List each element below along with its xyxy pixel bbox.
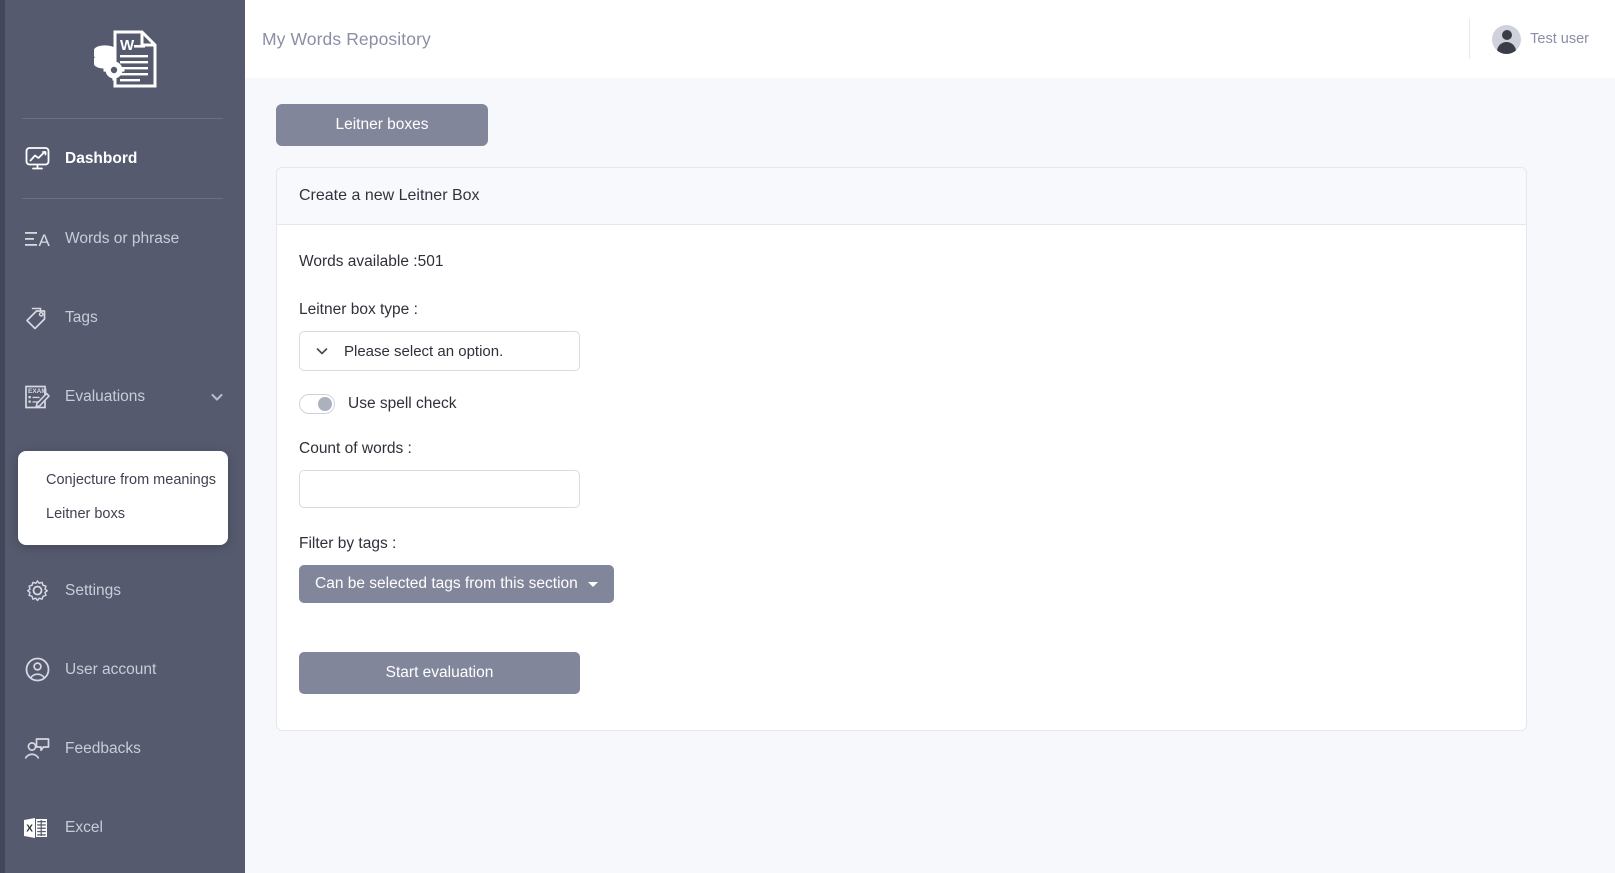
svg-text:EXAM: EXAM xyxy=(28,388,47,395)
sidebar-item-dashbord[interactable]: Dashbord xyxy=(0,119,245,198)
monitor-chart-icon xyxy=(22,144,52,174)
chevron-down-icon[interactable] xyxy=(209,389,225,405)
use-spell-check-toggle[interactable] xyxy=(299,394,335,414)
leitner-box-type-label: Leitner box type : xyxy=(299,301,418,318)
app-logo: W xyxy=(0,0,245,118)
sidebar-item-label: Settings xyxy=(65,581,122,599)
sidebar-item-label: Feedbacks xyxy=(65,739,141,757)
sidebar-item-label: User account xyxy=(65,660,157,678)
user-circle-icon xyxy=(22,655,52,685)
svg-text:X: X xyxy=(26,823,33,834)
chevron-down-icon xyxy=(314,343,330,359)
content-area: Leitner boxes Create a new Leitner Box W… xyxy=(245,78,1615,873)
tags-filter-dropdown[interactable]: Can be selected tags from this section xyxy=(299,565,614,603)
sidebar-item-label: Dashbord xyxy=(65,149,138,167)
exam-paper-pencil-icon: EXAM xyxy=(22,382,52,412)
word-document-database-gear-icon: W xyxy=(87,28,163,90)
leitner-box-type-select[interactable]: Please select an option. xyxy=(299,331,580,371)
excel-file-icon: X xyxy=(22,813,52,843)
main-area: My Words Repository Test user Leitner bo… xyxy=(245,0,1615,873)
sidebar-item-feedbacks[interactable]: Feedbacks xyxy=(0,709,245,788)
top-header: My Words Repository Test user xyxy=(245,0,1615,78)
card-body: Words available :501 Leitner box type : … xyxy=(277,225,1526,730)
sidebar-item-label: Excel xyxy=(65,818,103,836)
sidebar: W Dashbord A Words or phrase Tags EXAM E… xyxy=(0,0,245,873)
count-of-words-input[interactable] xyxy=(299,470,580,508)
count-of-words-label: Count of words : xyxy=(299,440,412,457)
sidebar-item-label: Tags xyxy=(65,308,98,326)
user-speech-bubble-icon xyxy=(22,734,52,764)
sidebar-item-label: Evaluations xyxy=(65,387,146,405)
leitner-box-type-value: Please select an option. xyxy=(344,342,504,360)
gear-icon xyxy=(22,576,52,606)
sidebar-item-evaluations[interactable]: EXAM Evaluations xyxy=(0,357,245,436)
sidebar-item-tags[interactable]: Tags xyxy=(0,278,245,357)
sidebar-item-user-account[interactable]: User account xyxy=(0,630,245,709)
caret-down-icon xyxy=(587,581,598,587)
words-available-label: Words available :501 xyxy=(299,253,444,270)
evaluations-submenu: Conjecture from meanings Leitner boxs xyxy=(18,451,228,545)
app-root: W Dashbord A Words or phrase Tags EXAM E… xyxy=(0,0,1615,873)
use-spell-check-label: Use spell check xyxy=(348,395,457,412)
submenu-item-leitner-boxs[interactable]: Leitner boxs xyxy=(18,497,228,531)
user-avatar-icon xyxy=(1492,24,1522,54)
submenu-item-conjecture-from-meanings[interactable]: Conjecture from meanings xyxy=(18,463,228,497)
text-lines-letter-a-icon: A xyxy=(22,224,52,254)
card-title: Create a new Leitner Box xyxy=(277,168,1526,225)
sidebar-item-label: Words or phrase xyxy=(65,229,180,247)
tags-dropdown-label: Can be selected tags from this section xyxy=(315,575,578,592)
svg-text:A: A xyxy=(38,231,50,250)
user-menu[interactable]: Test user xyxy=(1469,19,1589,59)
toggle-knob xyxy=(318,397,332,411)
page-title: My Words Repository xyxy=(262,28,431,49)
use-spell-check-row: Use spell check xyxy=(299,394,1504,414)
sidebar-item-settings[interactable]: Settings xyxy=(0,551,245,630)
start-evaluation-button[interactable]: Start evaluation xyxy=(299,652,580,694)
create-leitner-box-card: Create a new Leitner Box Words available… xyxy=(276,167,1527,731)
sidebar-item-excel[interactable]: X Excel xyxy=(0,788,245,867)
filter-by-tags-label: Filter by tags : xyxy=(299,535,397,552)
user-name-label: Test user xyxy=(1530,31,1589,47)
sidebar-item-words-or-phrase[interactable]: A Words or phrase xyxy=(0,199,245,278)
tags-icon xyxy=(22,303,52,333)
svg-text:W: W xyxy=(120,37,135,54)
tab-leitner-boxes[interactable]: Leitner boxes xyxy=(276,104,488,146)
